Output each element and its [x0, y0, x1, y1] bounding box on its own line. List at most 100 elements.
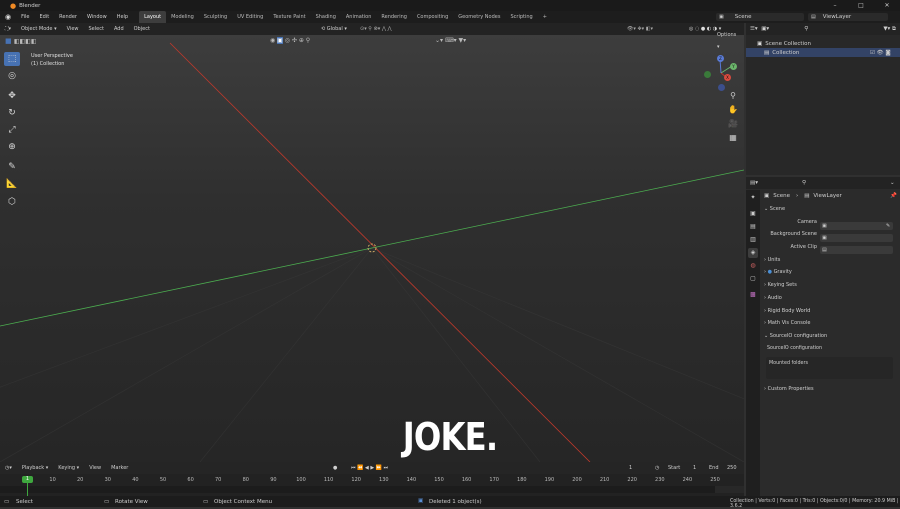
tab-animation[interactable]: Animation: [341, 11, 377, 23]
pan-hand-icon[interactable]: ✋: [726, 105, 740, 117]
add-cube-tool-icon[interactable]: ⬡: [4, 195, 20, 209]
marker-menu[interactable]: Marker: [106, 462, 133, 474]
math-vis-console-panel[interactable]: › Math Vis Console: [746, 317, 900, 330]
keying-sets-panel[interactable]: › Keying Sets: [746, 279, 900, 292]
gravity-checkbox-icon[interactable]: ●: [768, 269, 772, 275]
tab-scripting[interactable]: Scripting: [505, 11, 537, 23]
scene-selector[interactable]: ▣ Scene: [716, 13, 804, 21]
measure-tool-icon[interactable]: 📐: [4, 177, 20, 191]
rotate-tool-icon[interactable]: ↻: [4, 106, 20, 120]
tab-sculpting[interactable]: Sculpting: [199, 11, 232, 23]
tab-uv-editing[interactable]: UV Editing: [232, 11, 268, 23]
menu-render[interactable]: Render: [54, 11, 82, 23]
menu-select[interactable]: Select: [84, 23, 109, 35]
zoom-icon[interactable]: ⚲: [726, 91, 740, 103]
outliner-search-icon[interactable]: ⚲: [804, 26, 808, 32]
render-tab-icon[interactable]: ▣: [748, 209, 758, 219]
units-panel[interactable]: › Units: [746, 254, 900, 267]
properties-options-icon[interactable]: ⌄: [890, 180, 895, 186]
viewlayer-selector[interactable]: ▤ ViewLayer: [808, 13, 888, 21]
transform-tool-icon[interactable]: ⊕: [4, 140, 20, 154]
menu-edit[interactable]: Edit: [34, 11, 54, 23]
visibility-icons[interactable]: ◉ ▣ ◎ ✣ ⊕ ⚲: [265, 35, 315, 47]
filter-icons[interactable]: ⌄▾ ⌨▾ ▼▾: [430, 35, 471, 47]
playback-controls[interactable]: ⏮ ⏪ ◀ ▶ ⏩ ⏭: [346, 462, 393, 474]
options-dropdown[interactable]: Options ▾: [712, 29, 744, 53]
add-workspace-button[interactable]: +: [538, 11, 552, 23]
object-mode-dropdown[interactable]: Object Mode ▾: [16, 23, 62, 35]
cursor-tool-icon[interactable]: ◎: [4, 69, 20, 83]
gizmo-neg-z[interactable]: [718, 84, 725, 91]
grid-view-icon[interactable]: ▦: [726, 133, 740, 145]
current-frame-field[interactable]: 1: [624, 462, 637, 474]
minimize-button[interactable]: –: [822, 0, 848, 11]
playback-menu[interactable]: Playback ▾: [17, 462, 53, 474]
timeline-scrub-area[interactable]: [0, 486, 744, 493]
keyframe-dot-icon[interactable]: ●: [328, 462, 342, 474]
tab-modeling[interactable]: Modeling: [166, 11, 199, 23]
gizmo-neg-y[interactable]: [704, 71, 711, 78]
outliner-filter-icon[interactable]: ▼▾ ⧉: [883, 26, 896, 33]
properties-editor-icon[interactable]: ▤▾: [750, 180, 758, 186]
timeline-editor-icon[interactable]: ◷▾: [0, 462, 17, 474]
tab-shading[interactable]: Shading: [311, 11, 341, 23]
gizmo-toggles[interactable]: 👁▾ ✥▾ ◧▾: [622, 23, 658, 35]
gizmo-x-axis[interactable]: X: [724, 74, 731, 81]
move-tool-icon[interactable]: ✥: [4, 89, 20, 103]
tab-texture-paint[interactable]: Texture Paint: [268, 11, 310, 23]
tool-tab-icon[interactable]: ✦: [748, 193, 758, 203]
end-frame-field[interactable]: 250: [722, 462, 742, 474]
custom-properties-panel[interactable]: › Custom Properties: [746, 383, 900, 396]
scene-section-header[interactable]: ⌄ Scene: [746, 203, 900, 216]
eyedropper-icon[interactable]: ✎: [886, 223, 890, 229]
select-mode-icons[interactable]: ■ ◧◧◧◧: [0, 35, 42, 48]
transform-orientation-dropdown[interactable]: ⟲ Global ▾: [316, 23, 352, 35]
audio-panel[interactable]: › Audio: [746, 292, 900, 305]
properties-search-icon[interactable]: ⚲: [802, 180, 806, 186]
sourceio-panel[interactable]: ⌄ SourceIO configuration: [746, 330, 900, 343]
menu-view[interactable]: View: [62, 23, 84, 35]
menu-object[interactable]: Object: [129, 23, 155, 35]
keying-menu[interactable]: Keying ▾: [53, 462, 84, 474]
texture-tab-icon[interactable]: ▩: [748, 290, 758, 300]
view-layer-tab-icon[interactable]: ▥: [748, 235, 758, 245]
snap-icons[interactable]: ⊙▾ ⚲ ⊗▾ ⋀ ⋀: [355, 23, 397, 35]
gizmo-y-axis[interactable]: Y: [730, 63, 737, 70]
close-button[interactable]: ✕: [874, 0, 900, 11]
select-box-tool-icon[interactable]: ⬚: [4, 52, 20, 66]
output-tab-icon[interactable]: ▤: [748, 222, 758, 232]
menu-help[interactable]: Help: [112, 11, 133, 23]
playhead-marker[interactable]: 1: [22, 476, 33, 483]
tab-rendering[interactable]: Rendering: [376, 11, 412, 23]
gravity-panel[interactable]: › ● Gravity: [746, 266, 900, 279]
rigid-body-world-panel[interactable]: › Rigid Body World: [746, 305, 900, 318]
navigation-gizmo[interactable]: Z Y X: [700, 51, 744, 95]
outliner-editor-icon[interactable]: ☰▾ ▣▾: [750, 26, 769, 32]
camera-field[interactable]: ▣ ✎: [820, 222, 893, 230]
gizmo-z-axis[interactable]: Z: [717, 55, 724, 62]
annotate-tool-icon[interactable]: ✎: [4, 160, 20, 174]
start-frame-field[interactable]: 1: [688, 462, 701, 474]
tab-geometry-nodes[interactable]: Geometry Nodes: [453, 11, 505, 23]
menu-window[interactable]: Window: [82, 11, 112, 23]
outliner-scene-collection[interactable]: ▣ Scene Collection: [746, 39, 900, 48]
scale-tool-icon[interactable]: ⤢: [4, 123, 20, 137]
background-scene-field[interactable]: ▣: [820, 234, 893, 242]
collection-tab-icon[interactable]: ▢: [748, 274, 758, 284]
tab-compositing[interactable]: Compositing: [412, 11, 453, 23]
timeline-view-menu[interactable]: View: [84, 462, 106, 474]
maximize-button[interactable]: □: [848, 0, 874, 11]
tab-layout[interactable]: Layout: [139, 11, 167, 23]
active-clip-field[interactable]: ▤: [820, 246, 893, 254]
3d-viewport[interactable]: [0, 23, 744, 462]
editor-type-icon[interactable]: ⛶▾: [0, 23, 16, 35]
camera-view-icon[interactable]: 🎥: [726, 119, 740, 131]
outliner-collection[interactable]: ▤ Collection ☑ 👁 ◙: [746, 48, 900, 57]
pin-icon[interactable]: 📌: [890, 193, 897, 199]
menu-add[interactable]: Add: [109, 23, 129, 35]
collection-visibility-icons[interactable]: ☑ 👁 ◙: [870, 50, 891, 56]
blender-menu-icon[interactable]: ◉: [0, 13, 16, 21]
menu-file[interactable]: File: [16, 11, 34, 23]
world-tab-icon[interactable]: ◍: [748, 261, 758, 271]
scene-tab-icon[interactable]: ◈: [748, 248, 758, 258]
